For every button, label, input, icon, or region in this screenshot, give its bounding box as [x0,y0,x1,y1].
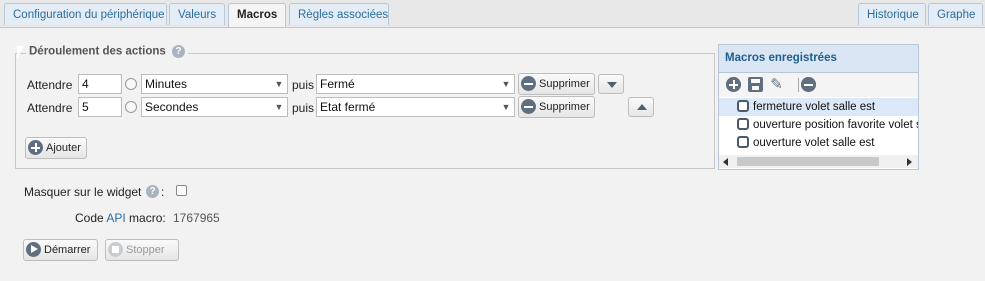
tab-macros[interactable]: Macros [228,3,286,27]
scroll-right-icon[interactable] [907,158,912,166]
api-code-label-suffix: macro: [129,211,166,225]
wait-label-1: Attendre [27,78,73,92]
chevron-down-icon: ▼ [501,79,511,89]
macro-checkbox[interactable] [737,100,749,112]
plus-glyph [726,77,741,93]
api-code-label-prefix: Code [75,211,104,225]
tab-historique[interactable]: Historique [858,3,926,25]
play-circle-icon [26,241,41,257]
horizontal-scrollbar[interactable] [719,155,918,168]
tab-valeurs[interactable]: Valeurs [169,3,225,25]
toolbar-divider [798,78,799,92]
target-select-2[interactable]: Etat fermé ▼ [316,97,515,117]
actions-legend-text: Déroulement des actions [29,45,166,58]
pencil-icon[interactable]: ✎ [769,77,784,92]
hide-widget-colon: : [161,185,165,199]
delete-button-1[interactable]: Supprimer [518,73,595,95]
unit-select-2[interactable]: Secondes ▼ [141,97,288,117]
wait-radio-1[interactable] [125,78,137,90]
add-action-button[interactable]: Ajouter [25,137,87,159]
chevron-down-icon: ▼ [501,102,511,112]
hide-widget-label: Masquer sur le widget [24,185,142,199]
target-select-1-value: Fermé [320,77,355,91]
tab-configuration[interactable]: Configuration du périphérique [4,3,167,25]
macro-item[interactable]: ouverture volet salle est [719,134,918,152]
move-up-button[interactable] [628,97,654,117]
start-label: Démarrer [44,244,91,256]
wait-radio-2[interactable] [125,101,137,113]
wait-value-input-2[interactable]: 5 [78,97,122,117]
stop-button[interactable]: Stopper [105,239,179,261]
then-label-1: puis [292,78,315,92]
scrollbar-thumb[interactable] [737,157,879,166]
chevron-down-icon: ▼ [274,102,284,112]
minus-circle-icon[interactable] [801,77,816,93]
mouse-cursor [17,46,24,60]
macros-toolbar: ✎ [719,73,918,97]
plus-circle-icon[interactable] [726,77,741,93]
delete-button-2[interactable]: Supprimer [518,96,595,118]
save-icon[interactable] [748,77,763,92]
minus-circle-icon [521,98,536,114]
unit-select-2-value: Secondes [145,100,199,114]
saved-macros-panel: Macros enregistrées ✎ fermeture volet sa… [718,44,919,170]
macro-item-label: fermeture volet salle est [753,101,876,113]
triangle-down-icon [607,82,617,88]
target-select-2-value: Etat fermé [320,100,376,114]
macro-checkbox[interactable] [737,118,749,130]
wait-label-2: Attendre [27,101,73,115]
tab-regles-associees[interactable]: Règles associées [289,3,389,25]
scroll-left-icon[interactable] [723,158,728,166]
stop-label: Stopper [126,244,165,256]
help-icon[interactable]: ? [171,45,185,58]
api-link[interactable]: API [106,211,125,225]
add-action-label: Ajouter [46,142,81,154]
move-down-button[interactable] [598,74,624,94]
macro-item[interactable]: ouverture position favorite volet sa [719,116,919,134]
delete-label-1: Supprimer [539,78,590,90]
triangle-up-icon [637,104,647,110]
help-icon[interactable]: ? [146,185,159,198]
tab-bar: Configuration du périphérique Valeurs Ma… [0,0,985,28]
minus-glyph [801,77,816,93]
macro-item-label: ouverture position favorite volet sa [753,119,919,131]
macro-checkbox[interactable] [737,136,749,148]
unit-select-1-value: Minutes [145,77,188,91]
plus-circle-icon [28,139,43,155]
macro-item[interactable]: fermeture volet salle est [719,98,918,116]
hide-widget-checkbox[interactable] [176,185,187,196]
delete-label-2: Supprimer [539,101,590,113]
macro-item-label: ouverture volet salle est [753,137,875,149]
actions-legend: Déroulement des actions ? [26,45,188,58]
then-label-2: puis [292,101,315,115]
start-button[interactable]: Démarrer [23,239,98,261]
saved-macros-title: Macros enregistrées [719,45,918,73]
unit-select-1[interactable]: Minutes ▼ [141,74,288,94]
api-code-label: Code API macro: [75,211,166,225]
minus-circle-icon [521,75,536,91]
chevron-down-icon: ▼ [274,79,284,89]
api-code-value: 1767965 [173,211,220,225]
stop-circle-icon [108,241,123,257]
wait-value-input-1[interactable]: 4 [78,74,122,94]
tab-graphe[interactable]: Graphe [928,3,983,25]
target-select-1[interactable]: Fermé ▼ [316,74,515,94]
